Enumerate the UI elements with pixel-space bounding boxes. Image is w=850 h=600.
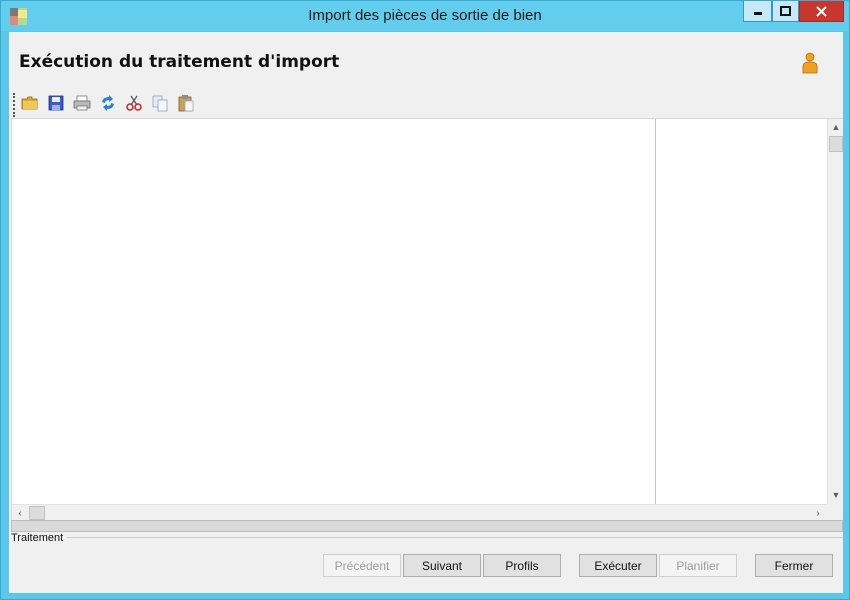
content-panel[interactable]: ▲ ▼ ‹ › — [11, 118, 843, 520]
paste-icon[interactable] — [177, 94, 195, 112]
maximize-button[interactable] — [772, 1, 799, 22]
horizontal-scrollbar[interactable]: ‹ › — [12, 504, 827, 520]
pane-splitter[interactable] — [655, 119, 656, 504]
toolbar — [11, 91, 211, 117]
user-icon[interactable] — [801, 52, 819, 74]
scroll-left-button[interactable]: ‹ — [12, 505, 28, 521]
chevron-up-icon: ▲ — [831, 122, 841, 132]
minimize-icon — [753, 12, 762, 15]
folder-open-icon[interactable] — [21, 94, 39, 112]
profiles-button[interactable]: Profils — [483, 554, 561, 577]
group-label: Traitement — [11, 532, 64, 544]
client-area: Exécution du traitement d'import ▲ ▼ ‹ ›… — [9, 32, 843, 593]
scroll-up-button[interactable]: ▲ — [828, 119, 844, 135]
previous-button[interactable]: Précédent — [323, 554, 401, 577]
maximize-icon — [780, 6, 791, 16]
refresh-icon[interactable] — [99, 94, 117, 112]
scroll-right-button[interactable]: › — [810, 505, 826, 521]
schedule-button[interactable]: Planifier — [659, 554, 737, 577]
vertical-scrollbar[interactable]: ▲ ▼ — [827, 119, 843, 504]
vertical-scroll-thumb[interactable] — [829, 136, 843, 152]
chevron-left-icon: ‹ — [18, 507, 22, 519]
title-bar[interactable]: Import des pièces de sortie de bien — [1, 1, 849, 31]
status-strip — [11, 520, 843, 532]
close-button[interactable]: Fermer — [755, 554, 833, 577]
toolbar-grip[interactable] — [13, 93, 15, 117]
save-icon[interactable] — [47, 94, 65, 112]
copy-icon[interactable] — [151, 94, 169, 112]
cut-icon[interactable] — [125, 94, 143, 112]
minimize-button[interactable] — [743, 1, 772, 22]
horizontal-scroll-thumb[interactable] — [29, 506, 45, 520]
chevron-down-icon: ▼ — [831, 490, 841, 500]
execute-button[interactable]: Exécuter — [579, 554, 657, 577]
window-title: Import des pièces de sortie de bien — [308, 7, 542, 24]
chevron-right-icon: › — [816, 507, 820, 519]
app-window: Import des pièces de sortie de bien Exéc… — [0, 0, 850, 600]
close-icon — [816, 5, 827, 17]
next-button[interactable]: Suivant — [403, 554, 481, 577]
print-icon[interactable] — [73, 94, 91, 112]
page-title: Exécution du traitement d'import — [19, 52, 340, 72]
group-divider — [67, 537, 843, 538]
scroll-down-button[interactable]: ▼ — [828, 487, 844, 503]
close-window-button[interactable] — [799, 1, 844, 22]
scrollbar-corner — [827, 504, 843, 520]
